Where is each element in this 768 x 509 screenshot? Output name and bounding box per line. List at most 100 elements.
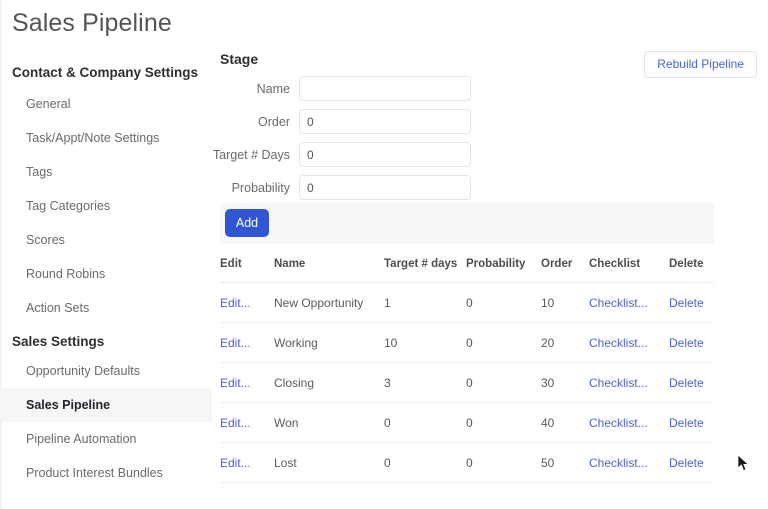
cell-target-days: 1: [384, 282, 466, 323]
table-row: Edit... Working 10 0 20 Checklist... Delete: [220, 322, 714, 363]
cell-edit: Edit...: [220, 362, 274, 403]
app-root: Sales Pipeline Contact & Company Setting…: [0, 0, 768, 509]
delete-link[interactable]: Delete: [669, 416, 704, 430]
sidebar-item-tags[interactable]: Tags: [0, 155, 212, 189]
cell-delete: Delete: [669, 362, 714, 403]
cell-checklist: Checklist...: [589, 322, 669, 363]
cell-target-days: 0: [384, 442, 466, 483]
checklist-link[interactable]: Checklist...: [589, 416, 648, 430]
cell-order: 30: [541, 362, 589, 403]
cell-checklist: Checklist...: [589, 442, 669, 483]
cell-name: Working: [274, 322, 384, 363]
column-header-target-days: Target # days: [384, 258, 466, 283]
cell-target-days: 0: [384, 402, 466, 443]
cell-edit: Edit...: [220, 322, 274, 363]
column-header-checklist: Checklist: [589, 258, 669, 283]
sidebar-item-sales-pipeline[interactable]: Sales Pipeline: [0, 388, 212, 422]
cell-delete: Delete: [669, 322, 714, 363]
nav-group-title: Contact & Company Settings: [12, 65, 199, 80]
edit-link[interactable]: Edit...: [220, 456, 251, 470]
order-input[interactable]: [299, 109, 471, 134]
sidebar-item-opportunity-defaults[interactable]: Opportunity Defaults: [0, 354, 212, 388]
cell-probability: 0: [466, 282, 541, 323]
form-row: Order: [212, 107, 482, 136]
page-title: Sales Pipeline: [12, 9, 172, 37]
form-row: Target # Days: [212, 140, 482, 169]
checklist-link[interactable]: Checklist...: [589, 336, 648, 350]
sidebar-item-scores[interactable]: Scores: [0, 223, 212, 257]
delete-link[interactable]: Delete: [669, 336, 704, 350]
edit-link[interactable]: Edit...: [220, 376, 251, 390]
cell-name: New Opportunity: [274, 282, 384, 323]
stage-section-heading: Stage: [220, 51, 259, 67]
table-header-row: Edit Name Target # days Probability Order Che…: [220, 258, 714, 283]
stages-table-container: Edit Name Target # days Probability Order Che…: [220, 258, 714, 483]
delete-link[interactable]: Delete: [669, 456, 704, 470]
stages-table: Edit Name Target # days Probability Order Che…: [220, 258, 714, 483]
settings-sidebar: Contact & Company Settings General Task/Ap…: [0, 58, 212, 490]
column-header-order: Order: [541, 258, 589, 283]
cell-order: 10: [541, 282, 589, 323]
cell-order: 40: [541, 402, 589, 443]
edit-link[interactable]: Edit...: [220, 336, 251, 350]
delete-link[interactable]: Delete: [669, 376, 704, 390]
nav-group-title: Sales Settings: [12, 334, 105, 349]
cell-order: 20: [541, 322, 589, 363]
sidebar-item-general[interactable]: General: [0, 87, 212, 121]
delete-link[interactable]: Delete: [669, 296, 704, 310]
cell-checklist: Checklist...: [589, 282, 669, 323]
column-header-edit: Edit: [220, 258, 274, 283]
cell-delete: Delete: [669, 282, 714, 323]
main-panel: Stage Rebuild Pipeline Name Order Target #…: [212, 0, 768, 509]
column-header-probability: Probability: [466, 258, 541, 283]
add-toolbar: Add: [220, 203, 714, 244]
cell-order: 50: [541, 442, 589, 483]
cell-name: Won: [274, 402, 384, 443]
stages-table-body: Edit... New Opportunity 1 0 10 Checklist... De…: [220, 282, 714, 483]
sidebar-item-product-interest-bundles[interactable]: Product Interest Bundles: [0, 456, 212, 490]
sidebar-item-action-sets[interactable]: Action Sets: [0, 291, 212, 325]
sidebar-item-task-appt-note-settings[interactable]: Task/Appt/Note Settings: [0, 121, 212, 155]
label-target-days: Target # Days: [212, 147, 290, 162]
cell-edit: Edit...: [220, 402, 274, 443]
rebuild-pipeline-button[interactable]: Rebuild Pipeline: [644, 51, 757, 78]
sidebar-item-round-robins[interactable]: Round Robins: [0, 257, 212, 291]
probability-input[interactable]: [299, 175, 471, 200]
form-row: Probability: [212, 173, 482, 202]
edit-link[interactable]: Edit...: [220, 416, 251, 430]
table-row: Edit... New Opportunity 1 0 10 Checklist... De…: [220, 282, 714, 323]
cell-probability: 0: [466, 402, 541, 443]
cell-checklist: Checklist...: [589, 362, 669, 403]
stage-form: Name Order Target # Days Probability: [212, 74, 482, 202]
add-button[interactable]: Add: [225, 209, 269, 237]
cell-probability: 0: [466, 362, 541, 403]
cell-target-days: 10: [384, 322, 466, 363]
cell-delete: Delete: [669, 402, 714, 443]
checklist-link[interactable]: Checklist...: [589, 296, 648, 310]
cell-probability: 0: [466, 322, 541, 363]
cell-edit: Edit...: [220, 282, 274, 323]
label-probability: Probability: [231, 180, 290, 195]
sidebar-item-tag-categories[interactable]: Tag Categories: [0, 189, 212, 223]
table-row: Edit... Won 0 0 40 Checklist... Delete: [220, 402, 714, 443]
target-days-input[interactable]: [299, 142, 471, 167]
cell-probability: 0: [466, 442, 541, 483]
label-name: Name: [256, 81, 290, 96]
stages-table-head: Edit Name Target # days Probability Order Che…: [220, 258, 714, 283]
cell-name: Closing: [274, 362, 384, 403]
cell-edit: Edit...: [220, 442, 274, 483]
cell-delete: Delete: [669, 442, 714, 483]
name-input[interactable]: [299, 76, 471, 101]
cell-target-days: 3: [384, 362, 466, 403]
table-row: Edit... Lost 0 0 50 Checklist... Delete: [220, 442, 714, 483]
label-order: Order: [258, 114, 290, 129]
cell-name: Lost: [274, 442, 384, 483]
edit-link[interactable]: Edit...: [220, 296, 251, 310]
sidebar-item-pipeline-automation[interactable]: Pipeline Automation: [0, 422, 212, 456]
checklist-link[interactable]: Checklist...: [589, 376, 648, 390]
cell-checklist: Checklist...: [589, 402, 669, 443]
column-header-delete: Delete: [669, 258, 714, 283]
column-header-name: Name: [274, 258, 384, 283]
checklist-link[interactable]: Checklist...: [589, 456, 648, 470]
table-row: Edit... Closing 3 0 30 Checklist... Delete: [220, 362, 714, 403]
